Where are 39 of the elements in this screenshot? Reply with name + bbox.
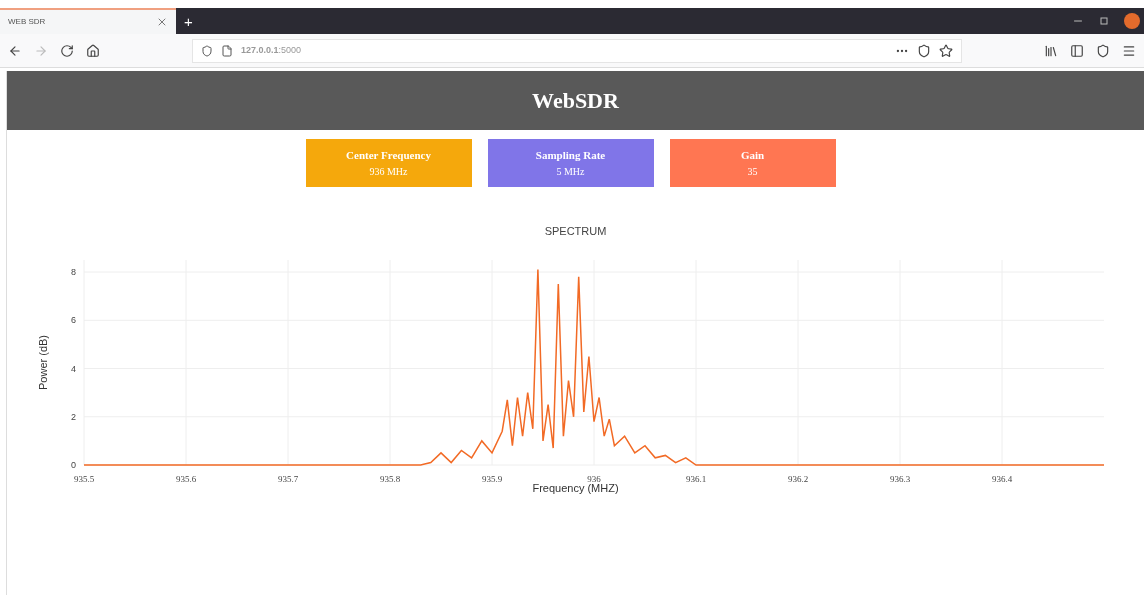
close-icon[interactable]: [156, 16, 168, 28]
y-tick-label: 2: [70, 411, 76, 422]
card-label: Center Frequency: [346, 148, 431, 164]
y-tick-label: 0: [70, 459, 76, 470]
x-tick-label: 935.8: [379, 473, 400, 484]
url-text: 127.0.0.1:5000: [241, 43, 302, 57]
y-axis-label: Power (dB): [36, 334, 49, 390]
new-tab-button[interactable]: +: [176, 8, 201, 34]
y-tick-label: 6: [70, 314, 76, 325]
sidebar-icon[interactable]: [1070, 43, 1084, 58]
x-tick-label: 936.3: [889, 473, 910, 484]
restore-icon[interactable]: [1100, 17, 1108, 25]
x-tick-label: 935.7: [277, 473, 298, 484]
browser-tab[interactable]: WEB SDR: [0, 8, 176, 34]
chart-title: SPECTRUM: [544, 224, 607, 239]
card-value: 5 MHz: [556, 164, 585, 179]
y-tick-label: 4: [70, 363, 76, 374]
menu-icon[interactable]: [1122, 43, 1136, 58]
reload-icon[interactable]: [60, 43, 74, 58]
x-tick-label: 936.4: [991, 473, 1012, 484]
card-label: Gain: [740, 148, 765, 164]
home-icon[interactable]: [86, 43, 100, 58]
x-tick-label: 935.6: [175, 473, 196, 484]
card-value: 35: [747, 164, 758, 179]
x-tick-label: 935.5: [73, 473, 94, 484]
close-window-icon[interactable]: [1124, 13, 1140, 29]
x-tick-label: 936: [586, 473, 601, 484]
page-icon: [221, 44, 233, 57]
x-tick-label: 936.1: [685, 473, 706, 484]
shield-icon: [201, 44, 213, 57]
card-value: 936 MHz: [369, 164, 408, 179]
library-icon[interactable]: [1044, 43, 1058, 58]
page-title: WebSDR: [532, 87, 619, 115]
star-icon[interactable]: [939, 43, 953, 58]
card-label: Sampling Rate: [535, 148, 606, 164]
x-tick-label: 936.2: [787, 473, 808, 484]
back-icon[interactable]: [8, 43, 22, 58]
y-tick-label: 8: [70, 266, 76, 277]
x-tick-label: 935.9: [481, 473, 502, 484]
